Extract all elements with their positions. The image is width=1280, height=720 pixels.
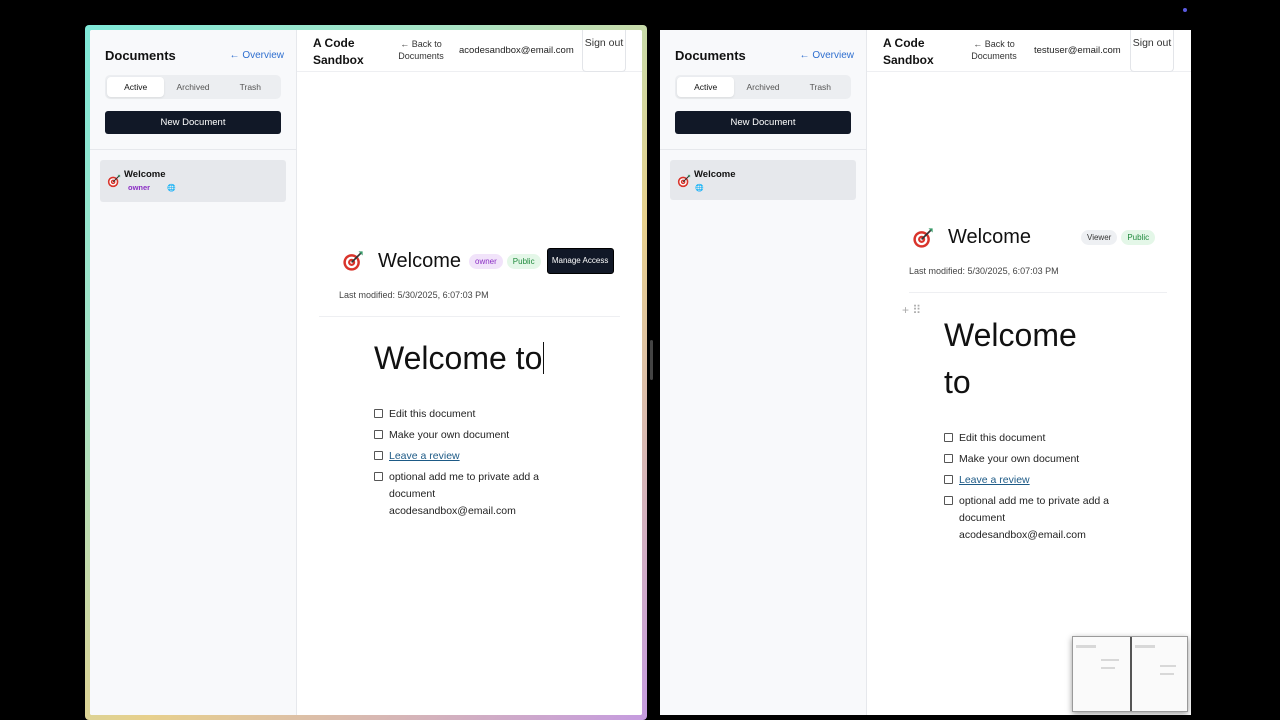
right-browser-window: Documents ← Overview Active Archived Tra… <box>660 30 1191 715</box>
status-dot <box>1183 8 1187 12</box>
tab-trash[interactable]: Trash <box>792 77 849 97</box>
sign-out-button[interactable]: Sign out <box>1130 30 1174 72</box>
role-badge: owner <box>469 253 503 269</box>
tab-archived[interactable]: Archived <box>164 77 221 97</box>
document-tabs: Active Archived Trash <box>105 75 281 99</box>
block-tools[interactable]: + ⠿ <box>902 303 921 317</box>
sidebar: Documents ← Overview Active Archived Tra… <box>660 30 867 715</box>
checkbox[interactable] <box>374 409 383 418</box>
desktop: Documents ← Overview Active Archived Tra… <box>0 0 1280 720</box>
overview-link[interactable]: ← Overview <box>230 50 284 61</box>
main-content: A Code Sandbox ← Back to Documents acode… <box>297 30 642 715</box>
left-browser-window: Documents ← Overview Active Archived Tra… <box>90 30 642 715</box>
document-tabs: Active Archived Trash <box>675 75 851 99</box>
topbar: A Code Sandbox ← Back to Documents testu… <box>867 30 1191 72</box>
thumbnail-line <box>1160 673 1174 675</box>
plus-icon[interactable]: + <box>902 303 909 317</box>
document-header: Welcome Viewer Public <box>912 226 1156 249</box>
last-modified: Last modified: 5/30/2025, 6:07:03 PM <box>339 290 489 300</box>
overview-link[interactable]: ← Overview <box>800 50 854 61</box>
document-header: Welcome owner Public Manage Access <box>342 248 614 274</box>
tab-active[interactable]: Active <box>677 77 735 97</box>
main-content: A Code Sandbox ← Back to Documents testu… <box>867 30 1191 715</box>
sidebar-divider <box>90 149 296 150</box>
last-modified: Last modified: 5/30/2025, 6:07:03 PM <box>909 266 1059 276</box>
thumbnail-line <box>1135 645 1155 648</box>
tab-trash[interactable]: Trash <box>222 77 279 97</box>
checklist-item: optional add me to private add a documen… <box>374 469 554 520</box>
public-badge: Public <box>506 253 541 269</box>
document-title: Welcome <box>948 226 1031 248</box>
sidebar-header: Documents ← Overview <box>675 48 854 63</box>
checkbox[interactable] <box>944 454 953 463</box>
leave-review-link[interactable]: Leave a review <box>389 448 460 465</box>
checkbox[interactable] <box>374 451 383 460</box>
globe-icon: 🌐 <box>167 185 176 192</box>
app-title: A Code Sandbox <box>883 36 934 67</box>
checkbox[interactable] <box>374 472 383 481</box>
sidebar: Documents ← Overview Active Archived Tra… <box>90 30 297 715</box>
document-list-item[interactable]: Welcome 🌐 <box>670 160 856 200</box>
checkbox[interactable] <box>944 496 953 505</box>
checklist: Edit this document Make your own documen… <box>944 430 1114 548</box>
thumbnail-divider <box>1130 637 1132 711</box>
thumbnail-line <box>1160 665 1176 667</box>
sidebar-title: Documents <box>675 48 746 63</box>
thumbnail-line <box>1076 645 1096 648</box>
tab-archived[interactable]: Archived <box>734 77 791 97</box>
checklist-item: Leave a review <box>374 448 554 465</box>
document-title: Welcome <box>694 169 736 180</box>
sidebar-title: Documents <box>105 48 176 63</box>
document-title: Welcome <box>378 249 461 272</box>
header-divider <box>909 292 1167 293</box>
editor-heading[interactable]: Welcome to <box>374 335 545 382</box>
sign-out-button[interactable]: Sign out <box>582 30 626 72</box>
new-document-button[interactable]: New Document <box>675 111 851 134</box>
globe-icon: 🌐 <box>695 185 704 192</box>
manage-access-button[interactable]: Manage Access <box>546 248 614 274</box>
user-email: acodesandbox@email.com <box>459 45 574 56</box>
sidebar-divider <box>660 149 866 150</box>
dart-target-icon <box>677 174 691 188</box>
document-role: owner <box>128 183 151 192</box>
thumbnail-left-pane <box>1073 637 1130 711</box>
text-caret <box>543 342 545 374</box>
dart-target-icon <box>107 174 121 188</box>
role-badge: Viewer <box>1081 230 1118 245</box>
checkbox[interactable] <box>944 475 953 484</box>
screenshot-thumbnail[interactable] <box>1072 636 1188 712</box>
document-list-item[interactable]: Welcome owner 🌐 <box>100 160 286 202</box>
document-title: Welcome <box>124 169 166 180</box>
new-document-button[interactable]: New Document <box>105 111 281 134</box>
back-to-documents-link[interactable]: ← Back to Documents <box>967 38 1021 62</box>
header-divider <box>319 316 620 317</box>
public-badge: Public <box>1121 230 1156 245</box>
editor-heading[interactable]: Welcome to <box>944 312 1104 406</box>
topbar: A Code Sandbox ← Back to Documents acode… <box>297 30 642 72</box>
checkbox[interactable] <box>944 433 953 442</box>
checklist-item: optional add me to private add a documen… <box>944 493 1114 544</box>
sidebar-header: Documents ← Overview <box>105 48 284 63</box>
thumbnail-line <box>1101 667 1115 669</box>
user-email: testuser@email.com <box>1034 45 1121 56</box>
dart-target-icon <box>343 251 363 271</box>
checklist-item: Make your own document <box>374 427 554 444</box>
back-to-documents-link[interactable]: ← Back to Documents <box>395 38 447 62</box>
checkbox[interactable] <box>374 430 383 439</box>
thumbnail-line <box>1101 659 1119 661</box>
window-splitter-handle[interactable] <box>650 340 653 380</box>
tab-active[interactable]: Active <box>107 77 165 97</box>
dart-target-icon <box>913 227 933 248</box>
checklist-item: Edit this document <box>374 406 554 423</box>
checklist-item: Edit this document <box>944 430 1114 447</box>
checklist: Edit this document Make your own documen… <box>374 406 554 524</box>
app-title: A Code Sandbox <box>313 36 364 67</box>
checklist-item: Leave a review <box>944 472 1114 489</box>
drag-handle-icon[interactable]: ⠿ <box>912 303 921 317</box>
checklist-item: Make your own document <box>944 451 1114 468</box>
leave-review-link[interactable]: Leave a review <box>959 472 1030 489</box>
